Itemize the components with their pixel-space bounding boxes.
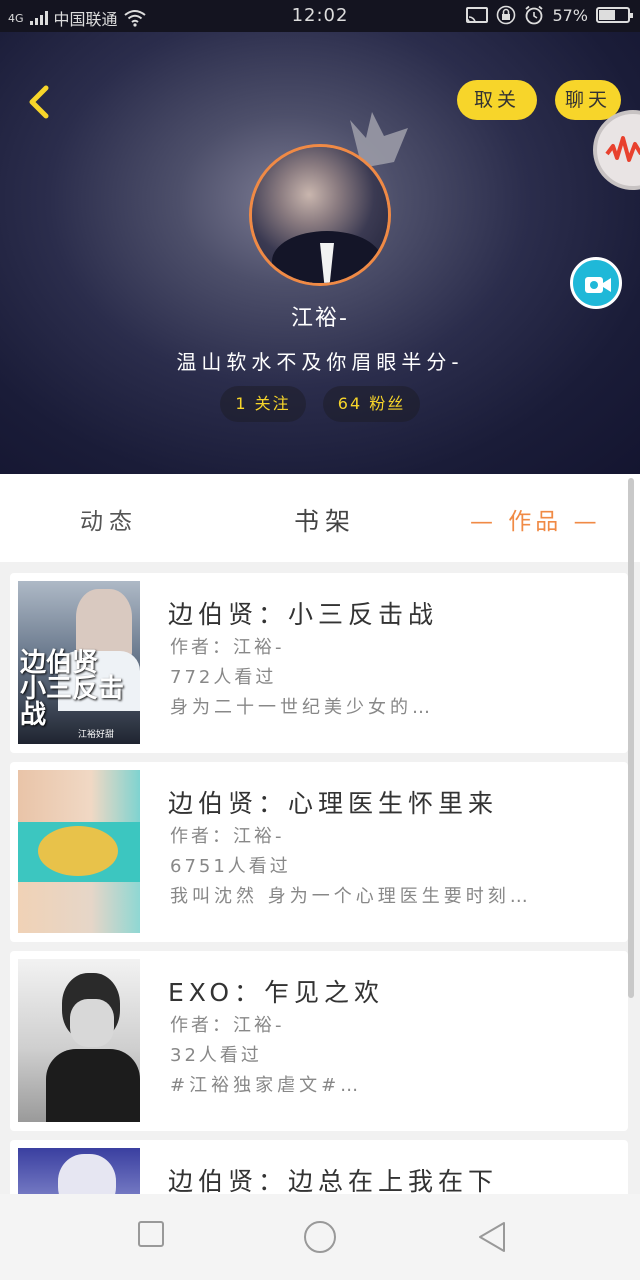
book-author: 作者：江裕-	[170, 826, 285, 847]
cover-title-line1: 边伯贤	[20, 648, 99, 678]
list-item[interactable]: EXO：乍见之欢 作者：江裕- 32人看过 #江裕独家虐文#…	[10, 951, 628, 1131]
list-item[interactable]: 边伯贤 小三反击战 江裕好甜 边伯贤：小三反击战 作者：江裕- 772人看过 身…	[10, 573, 628, 753]
tab-bar: 动态 书架 — 作品 —	[0, 474, 640, 562]
chat-button[interactable]: 聊天	[555, 80, 621, 120]
system-nav-bar	[0, 1194, 640, 1280]
cast-icon	[466, 7, 489, 23]
book-title: 边伯贤：小三反击战	[168, 600, 439, 629]
lock-icon	[497, 5, 516, 25]
book-title: 边伯贤：边总在上我在下	[168, 1167, 499, 1194]
book-cover: 边伯贤 小三反击战 江裕好甜	[18, 581, 140, 744]
scrollbar[interactable]	[628, 478, 634, 998]
book-cover	[18, 770, 140, 933]
audio-wave-icon	[605, 136, 640, 162]
list-item[interactable]: 边伯贤：边总在上我在下	[10, 1140, 628, 1194]
book-description: #江裕独家虐文#…	[170, 1075, 363, 1096]
alarm-icon	[525, 5, 544, 25]
follows-count[interactable]: 1 关注	[220, 386, 306, 422]
avatar[interactable]	[249, 144, 391, 286]
bio: 温山软水不及你眉眼半分-	[176, 350, 464, 374]
book-cover	[18, 959, 140, 1122]
unfollow-button[interactable]: 取关	[457, 80, 537, 120]
works-list: 边伯贤 小三反击战 江裕好甜 边伯贤：小三反击战 作者：江裕- 772人看过 身…	[0, 562, 640, 1194]
book-title: EXO：乍见之欢	[168, 978, 385, 1007]
list-item[interactable]: 边伯贤：心理医生怀里来 作者：江裕- 6751人看过 我叫沈然 身为一个心理医生…	[10, 762, 628, 942]
fans-count[interactable]: 64 粉丝	[323, 386, 420, 422]
tab-moments[interactable]: 动态	[80, 502, 138, 536]
book-author: 作者：江裕-	[170, 637, 285, 658]
book-views: 6751人看过	[170, 856, 291, 877]
home-icon[interactable]	[303, 1220, 337, 1254]
floating-audio-button[interactable]	[593, 110, 640, 190]
battery-icon	[596, 7, 633, 23]
book-cover	[18, 1148, 140, 1194]
book-views: 32人看过	[170, 1045, 262, 1066]
nickname: 江裕-	[291, 306, 349, 331]
book-description: 我叫沈然 身为一个心理医生要时刻…	[170, 886, 532, 907]
tab-works[interactable]: — 作品 —	[470, 502, 601, 536]
back-icon[interactable]	[476, 1220, 508, 1254]
profile-header: 取关 聊天 江裕- 温山软水不及你眉眼半分- 1 关注 64 粉丝	[0, 32, 640, 474]
book-author: 作者：江裕-	[170, 1015, 285, 1036]
book-description: 身为二十一世纪美少女的…	[170, 697, 434, 718]
status-bar: 4G 中国联通 12:02 57%	[0, 0, 640, 32]
battery-label: 57%	[552, 5, 588, 25]
tab-bookshelf[interactable]: 书架	[294, 502, 356, 538]
cover-title-line2: 小三反击战	[20, 674, 125, 730]
book-views: 772人看过	[170, 667, 277, 688]
avatar-photo	[252, 147, 388, 283]
back-chevron-icon[interactable]	[18, 80, 62, 124]
cover-subtitle: 江裕好甜	[78, 730, 115, 740]
recent-apps-icon[interactable]	[137, 1220, 165, 1248]
video-camera-icon	[585, 277, 611, 293]
book-title: 边伯贤：心理医生怀里来	[168, 789, 499, 818]
